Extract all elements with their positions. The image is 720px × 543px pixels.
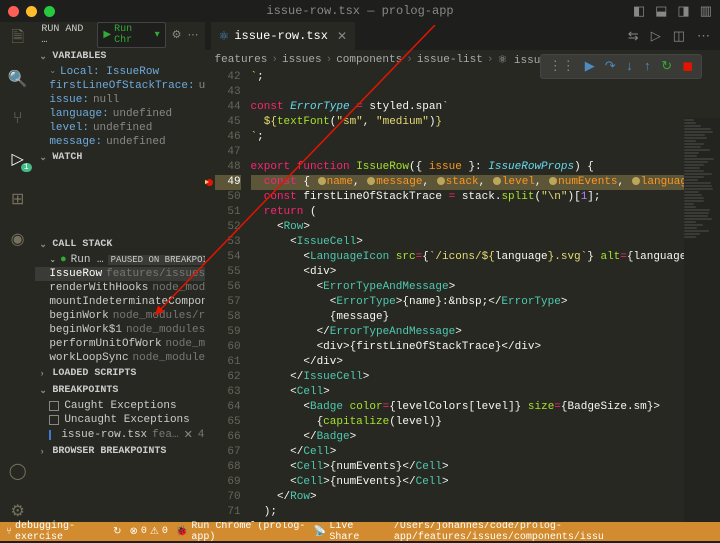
callstack-frame[interactable]: mountIndeterminateComponent [35, 295, 204, 309]
debug-toolbar: ⋮⋮ ▶ ↷ ↓ ↑ ↻ ◼ [540, 54, 702, 79]
variables-section[interactable]: ⌄VARIABLES [35, 48, 204, 65]
variable-item[interactable]: level: undefined [35, 121, 204, 135]
gear-icon[interactable]: ⚙ [172, 28, 182, 42]
live-share-item[interactable]: 📡 Live Share [314, 521, 378, 543]
callstack-frame[interactable]: IssueRow features/issues/co… [35, 267, 204, 281]
breakpoints-section[interactable]: ⌄BREAKPOINTS [35, 382, 204, 399]
settings-icon[interactable]: ⚙ [7, 500, 29, 522]
close-tab-icon[interactable]: ✕ [337, 29, 347, 44]
variables-scope[interactable]: ⌄Local: IssueRow [35, 65, 204, 79]
layout-icons: ◧ ⬓ ◨ ▥ [633, 4, 712, 19]
accounts-icon[interactable]: ◯ [7, 460, 29, 482]
branch-item[interactable]: ⑂ debugging-exercise [6, 521, 105, 543]
breadcrumb-item[interactable]: issues [282, 54, 322, 66]
window-title: issue-row.tsx — prolog-app [266, 4, 453, 18]
more-icon[interactable]: ⋯ [188, 28, 199, 42]
caught-exceptions-checkbox[interactable]: Caught Exceptions [35, 399, 204, 413]
testing-icon[interactable]: ◉ [7, 228, 29, 250]
more-actions-icon[interactable]: ⋯ [697, 29, 710, 44]
minimap[interactable] [684, 118, 720, 522]
run-target-item[interactable]: 🐞 Run Chrome (prolog-app) [176, 521, 306, 543]
stop-icon[interactable]: ◼ [682, 59, 693, 74]
problems-item[interactable]: ⊗ 0 ⚠ 0 [130, 526, 168, 538]
minimize-window[interactable] [26, 6, 37, 17]
variable-item[interactable]: firstLineOfStackTrace: undefine [35, 79, 204, 93]
toggle-panel-icon[interactable]: ⬓ [655, 4, 667, 19]
continue-icon[interactable]: ▶ [585, 59, 595, 74]
browser-breakpoints-section[interactable]: ›BROWSER BREAKPOINTS [35, 443, 204, 460]
compare-icon[interactable]: ⇆ [628, 29, 639, 44]
callstack-section[interactable]: ⌄CALL STACK [35, 236, 204, 253]
customize-layout-icon[interactable]: ▥ [700, 4, 712, 19]
step-into-icon[interactable]: ↓ [626, 59, 634, 74]
callstack-frame[interactable]: renderWithHooks node_mod… [35, 281, 204, 295]
debug-title: RUN AND … [41, 24, 91, 46]
callstack-frame[interactable]: beginWork$1 node_modules… [35, 323, 204, 337]
callstack-thread[interactable]: ⌄ ● Run … PAUSED ON BREAKPOINT [35, 253, 204, 267]
breadcrumb-item[interactable]: issue-list [417, 54, 483, 66]
explorer-icon[interactable]: 🗎 [7, 28, 29, 50]
watch-section[interactable]: ⌄WATCH [35, 149, 204, 166]
uncaught-exceptions-checkbox[interactable]: Uncaught Exceptions [35, 413, 204, 427]
breadcrumb-item[interactable]: components [336, 54, 402, 66]
debug-sidebar: RUN AND … ▶ Run Chr ▾ ⚙ ⋯ ⌄VARIABLES ⌄Lo… [35, 22, 204, 522]
restart-icon[interactable]: ↻ [661, 59, 672, 74]
callstack-frame[interactable]: performUnitOfWork node_m… [35, 337, 204, 351]
drag-handle-icon[interactable]: ⋮⋮ [549, 59, 575, 74]
sync-item[interactable]: ↻ [113, 526, 121, 538]
step-out-icon[interactable]: ↑ [643, 59, 651, 74]
variable-item[interactable]: message: undefined [35, 135, 204, 149]
split-editor-icon[interactable]: ◫ [673, 29, 685, 44]
close-window[interactable] [8, 6, 19, 17]
loaded-scripts-section[interactable]: ›LOADED SCRIPTS [35, 365, 204, 382]
run-debug-icon[interactable]: ▷1 [7, 148, 29, 170]
tsx-file-icon: ⚛ [219, 29, 230, 44]
editor-group: ⚛ issue-row.tsx ✕ ⇆ ▷ ◫ ⋯ features›issue… [205, 22, 720, 522]
maximize-window[interactable] [44, 6, 55, 17]
callstack-frame[interactable]: workLoopSync node_module… [35, 351, 204, 365]
file-path-item[interactable]: /Users/johannes/code/prolog-app/features… [394, 521, 714, 543]
start-debug-button[interactable]: ▶ Run Chr ▾ [97, 22, 165, 48]
variable-item[interactable]: language: undefined [35, 107, 204, 121]
tab-issue-row[interactable]: ⚛ issue-row.tsx ✕ [211, 22, 355, 50]
step-over-icon[interactable]: ↷ [605, 59, 616, 74]
search-icon[interactable]: 🔍 [7, 68, 29, 90]
callstack-frame[interactable]: beginWork node_modules/r… [35, 309, 204, 323]
run-file-icon[interactable]: ▷ [651, 29, 661, 44]
code-editor[interactable]: 4243444546474849505152535455565758596061… [205, 70, 720, 522]
tab-label: issue-row.tsx [234, 29, 328, 43]
extensions-icon[interactable]: ⊞ [7, 188, 29, 210]
breakpoint-item[interactable]: issue-row.tsx fea… ✕ 49 [35, 427, 204, 443]
tab-bar: ⚛ issue-row.tsx ✕ ⇆ ▷ ◫ ⋯ [205, 22, 720, 50]
variable-item[interactable]: issue: null [35, 93, 204, 107]
activity-bar: 🗎 🔍 ⑂ ▷1 ⊞ ◉ ◯ ⚙ [0, 22, 35, 522]
toggle-primary-sidebar-icon[interactable]: ◧ [633, 4, 645, 19]
breadcrumb-item[interactable]: features [215, 54, 268, 66]
window-controls [8, 6, 55, 17]
title-bar: issue-row.tsx — prolog-app ◧ ⬓ ◨ ▥ [0, 0, 720, 22]
toggle-secondary-sidebar-icon[interactable]: ◨ [677, 4, 689, 19]
status-bar: ⑂ debugging-exercise ↻ ⊗ 0 ⚠ 0 🐞 Run Chr… [0, 522, 720, 541]
source-control-icon[interactable]: ⑂ [7, 108, 29, 130]
remove-bp-icon[interactable]: ✕ [184, 428, 193, 442]
